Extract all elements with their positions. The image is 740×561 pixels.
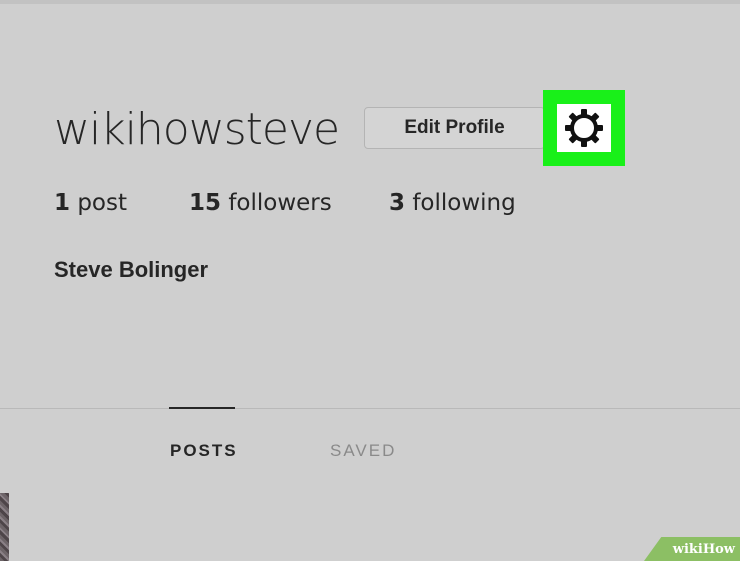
followers-count: 15 <box>189 190 222 216</box>
following-label: following <box>412 190 516 216</box>
gear-icon <box>565 109 603 147</box>
wikihow-watermark: wiki How <box>644 537 740 561</box>
top-border <box>0 0 740 4</box>
followers-label: followers <box>228 190 332 216</box>
active-tab-indicator <box>169 407 235 409</box>
following-count: 3 <box>389 190 406 216</box>
settings-button[interactable] <box>543 90 625 166</box>
following-stat[interactable]: 3 following <box>389 190 516 216</box>
posts-count: 1 <box>54 190 71 216</box>
profile-full-name: Steve Bolinger <box>54 257 209 282</box>
post-thumbnail[interactable] <box>0 493 9 561</box>
posts-label: post <box>77 190 128 216</box>
watermark-how: How <box>702 541 735 557</box>
posts-stat[interactable]: 1 post <box>54 190 127 216</box>
settings-icon-background <box>557 104 611 152</box>
followers-stat[interactable]: 15 followers <box>189 190 332 216</box>
tabs-divider <box>0 408 740 409</box>
watermark-wiki: wiki <box>672 541 703 557</box>
profile-username: wikihowsteve <box>54 104 340 155</box>
edit-profile-button[interactable]: Edit Profile <box>364 107 545 149</box>
tab-posts[interactable]: POSTS <box>170 441 238 461</box>
tab-saved[interactable]: SAVED <box>330 441 396 461</box>
